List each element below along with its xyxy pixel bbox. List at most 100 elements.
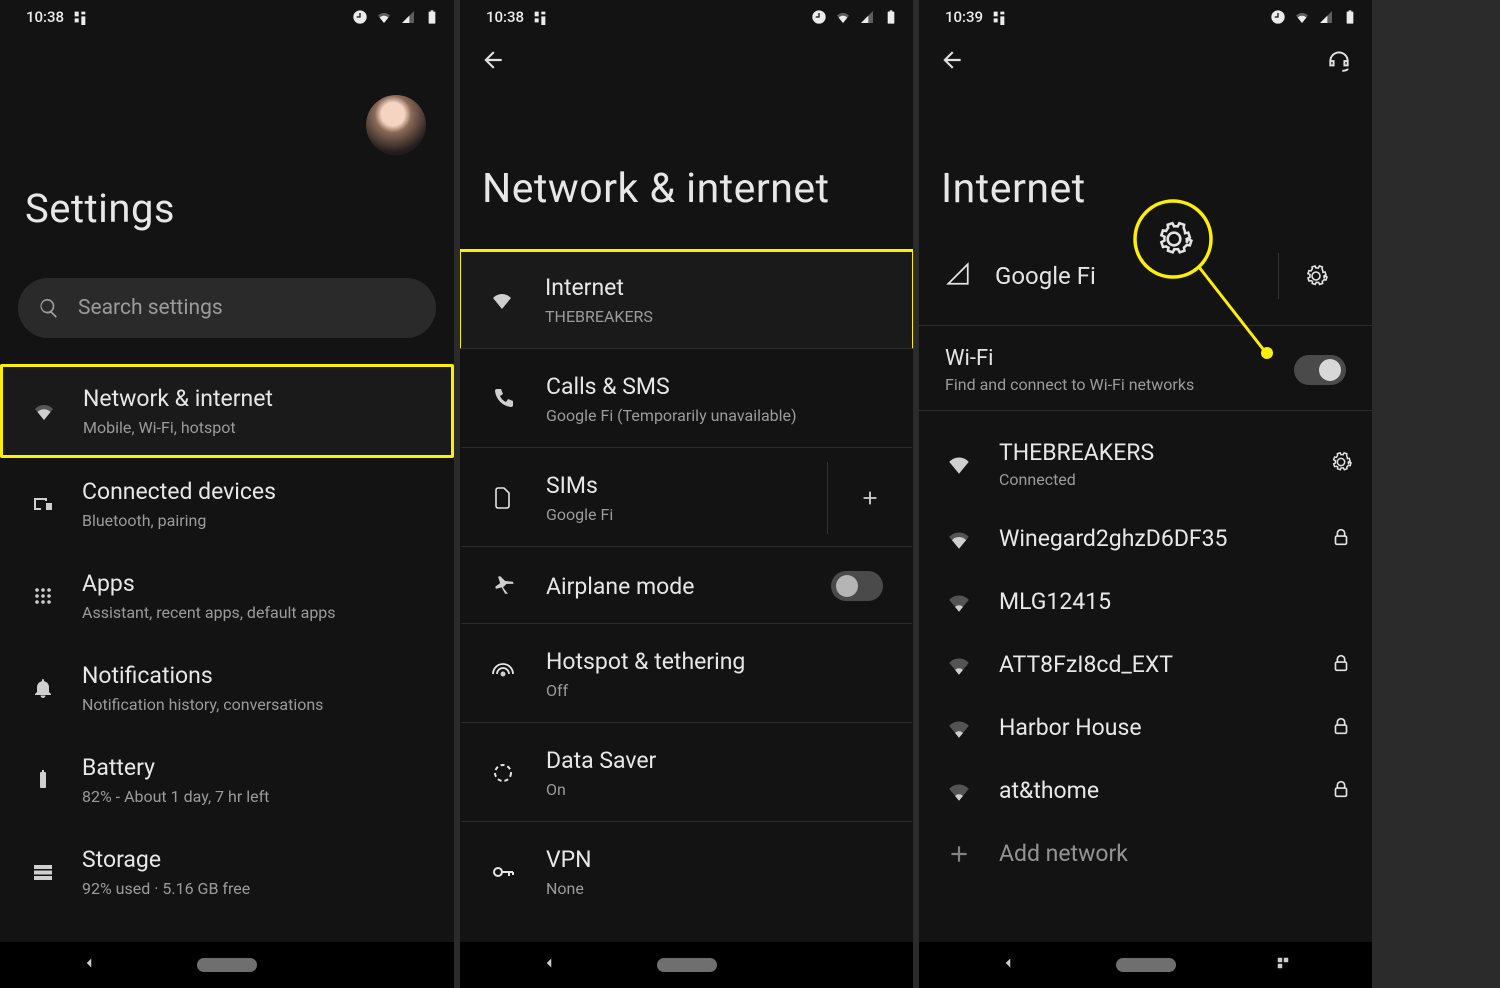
gear-icon bbox=[1304, 264, 1328, 288]
carrier-settings-button[interactable] bbox=[1278, 253, 1352, 299]
gear-icon bbox=[1155, 220, 1193, 258]
plus-icon bbox=[946, 841, 972, 867]
status-time: 10:38 bbox=[26, 8, 64, 26]
key-icon bbox=[491, 860, 515, 884]
wifi-icon bbox=[835, 9, 851, 25]
page-title: Internet bbox=[941, 165, 1372, 213]
item-notifications[interactable]: Notifications Notification history, conv… bbox=[0, 642, 454, 734]
help-headset-icon[interactable] bbox=[1326, 47, 1352, 73]
wifi-icon bbox=[946, 778, 972, 804]
signal-icon bbox=[1318, 9, 1334, 25]
wifi-header: Wi-Fi Find and connect to Wi-Fi networks bbox=[919, 326, 1372, 411]
status-bar: 10:38 bbox=[0, 0, 454, 30]
nav-recent[interactable] bbox=[1274, 954, 1292, 976]
wifi-icon bbox=[946, 715, 972, 741]
status-app-icon bbox=[532, 9, 548, 25]
battery-icon bbox=[883, 9, 899, 25]
status-app-icon bbox=[72, 9, 88, 25]
wifi-icon bbox=[946, 589, 972, 615]
alarm-icon bbox=[352, 9, 368, 25]
item-apps[interactable]: Apps Assistant, recent apps, default app… bbox=[0, 550, 454, 642]
airplane-toggle[interactable] bbox=[831, 571, 883, 601]
profile-avatar[interactable] bbox=[366, 95, 426, 155]
item-airplane-mode[interactable]: Airplane mode bbox=[460, 547, 913, 624]
nav-back[interactable] bbox=[540, 954, 558, 976]
item-data-saver[interactable]: Data Saver On bbox=[460, 723, 913, 822]
alarm-icon bbox=[1270, 9, 1286, 25]
plus-icon bbox=[859, 487, 881, 509]
devices-icon bbox=[31, 492, 55, 516]
wifi-network[interactable]: Harbor House bbox=[919, 696, 1372, 759]
storage-icon bbox=[31, 860, 55, 884]
wifi-icon bbox=[376, 9, 392, 25]
item-connected-devices[interactable]: Connected devices Bluetooth, pairing bbox=[0, 458, 454, 550]
lock-icon bbox=[1330, 526, 1352, 548]
signal-icon bbox=[945, 261, 971, 287]
item-calls-sms[interactable]: Calls & SMS Google Fi (Temporarily unava… bbox=[460, 349, 913, 448]
wifi-icon bbox=[490, 288, 514, 312]
nav-back[interactable] bbox=[80, 954, 98, 976]
item-hotspot[interactable]: Hotspot & tethering Off bbox=[460, 624, 913, 723]
gear-icon bbox=[1330, 451, 1352, 473]
battery-icon bbox=[31, 768, 55, 792]
status-time: 10:38 bbox=[486, 8, 524, 26]
network-list: Internet THEBREAKERS Calls & SMS Google … bbox=[460, 249, 913, 922]
apps-icon bbox=[31, 584, 55, 608]
status-bar: 10:39 bbox=[919, 0, 1372, 30]
item-internet[interactable]: Internet THEBREAKERS bbox=[460, 249, 913, 349]
battery-icon bbox=[1342, 9, 1358, 25]
sim-icon bbox=[491, 486, 515, 510]
wifi-network[interactable]: ATT8FzI8cd_EXT bbox=[919, 633, 1372, 696]
app-bar bbox=[919, 30, 1372, 80]
wifi-subtitle: Find and connect to Wi-Fi networks bbox=[945, 375, 1194, 394]
nav-home[interactable] bbox=[197, 958, 257, 972]
wifi-icon bbox=[1294, 9, 1310, 25]
wifi-network[interactable]: Winegard2ghzD6DF35 bbox=[919, 507, 1372, 570]
signal-icon bbox=[400, 9, 416, 25]
wifi-title: Wi-Fi bbox=[945, 346, 1194, 371]
carrier-row[interactable]: Google Fi bbox=[919, 213, 1372, 326]
wifi-networks: THEBREAKERS Connected Winegard2ghzD6DF35… bbox=[919, 421, 1372, 885]
wifi-network[interactable]: THEBREAKERS Connected bbox=[919, 421, 1372, 507]
hotspot-icon bbox=[491, 662, 515, 686]
airplane-icon bbox=[491, 574, 515, 598]
system-nav bbox=[460, 942, 913, 988]
status-time: 10:39 bbox=[945, 8, 983, 26]
add-network[interactable]: Add network bbox=[919, 822, 1372, 885]
signal-icon bbox=[859, 9, 875, 25]
alarm-icon bbox=[811, 9, 827, 25]
lock-icon bbox=[1330, 715, 1352, 737]
screen-internet: 10:39 Internet Google Fi Wi-Fi Find and … bbox=[919, 0, 1372, 988]
battery-icon bbox=[424, 9, 440, 25]
item-vpn[interactable]: VPN None bbox=[460, 822, 913, 922]
back-icon[interactable] bbox=[939, 47, 965, 73]
wifi-toggle[interactable] bbox=[1294, 355, 1346, 385]
search-settings[interactable]: Search settings bbox=[18, 278, 436, 338]
nav-home[interactable] bbox=[1116, 958, 1176, 972]
add-sim-button[interactable] bbox=[827, 462, 911, 534]
wifi-network[interactable]: MLG12415 bbox=[919, 570, 1372, 633]
nav-home[interactable] bbox=[657, 958, 717, 972]
item-sims[interactable]: SIMs Google Fi bbox=[460, 448, 913, 547]
wifi-icon bbox=[946, 526, 972, 552]
page-title: Settings bbox=[25, 185, 454, 232]
item-battery[interactable]: Battery 82% - About 1 day, 7 hr left bbox=[0, 734, 454, 826]
settings-list: Network & internet Mobile, Wi-Fi, hotspo… bbox=[0, 364, 454, 918]
wifi-network[interactable]: at&thome bbox=[919, 759, 1372, 822]
back-icon[interactable] bbox=[480, 47, 506, 73]
system-nav bbox=[919, 942, 1372, 988]
item-storage[interactable]: Storage 92% used · 5.16 GB free bbox=[0, 826, 454, 918]
app-bar bbox=[460, 30, 913, 80]
network-settings-button[interactable] bbox=[1330, 451, 1352, 477]
bell-icon bbox=[31, 676, 55, 700]
lock-icon bbox=[1330, 778, 1352, 800]
phone-icon bbox=[491, 387, 515, 411]
nav-back[interactable] bbox=[999, 954, 1017, 976]
search-placeholder: Search settings bbox=[78, 296, 223, 320]
item-network-internet[interactable]: Network & internet Mobile, Wi-Fi, hotspo… bbox=[0, 364, 454, 458]
status-bar: 10:38 bbox=[460, 0, 913, 30]
status-app-icon bbox=[991, 9, 1007, 25]
wifi-icon bbox=[946, 451, 972, 477]
wifi-icon bbox=[32, 399, 56, 423]
carrier-name: Google Fi bbox=[995, 262, 1096, 290]
